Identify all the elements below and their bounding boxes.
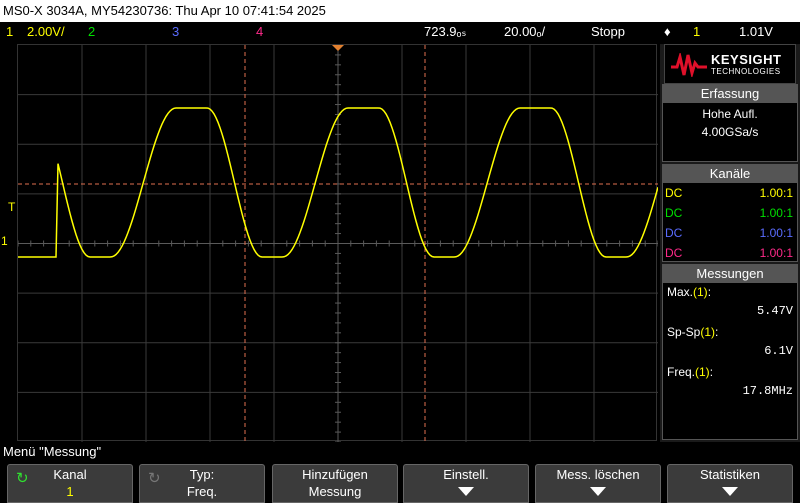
softkey-label: Statistiken [700, 467, 760, 482]
measurement-channel: (1) [693, 285, 708, 299]
channel-probe: 1.00:1 [759, 186, 793, 200]
measurements-header: Messungen [663, 265, 797, 283]
measurement-value: 6.1V [764, 344, 793, 358]
logo-sub: TECHNOLOGIES [711, 67, 781, 76]
softkey-bar: ↻ Kanal 1 ↻ Typ: Freq. Hinzufügen Messun… [0, 461, 800, 503]
submenu-arrow-icon [458, 487, 474, 496]
measurement-label: Max. [667, 285, 694, 299]
measurement-value: 5.47V [756, 304, 793, 318]
menu-title: Menü "Messung" [0, 443, 800, 461]
acquisition-rate: 4.00GSa/s [701, 125, 759, 139]
channel-row-2[interactable]: DC 1.00:1 [663, 203, 797, 223]
channel-coupling: DC [665, 246, 683, 260]
softkey-add-measurement[interactable]: Hinzufügen Messung [272, 464, 398, 503]
channel-row-1[interactable]: DC 1.00:1 [663, 183, 797, 203]
channel-probe: 1.00:1 [759, 206, 793, 220]
status-bar: 1 2.00V/ 2 3 4 723.9ₒₛ 20.00ₒ/ Stopp ♦ 1… [0, 22, 800, 42]
ch1-indicator[interactable]: 1 [6, 22, 13, 42]
measurement-colon: : [715, 325, 719, 339]
delay-value: 723.9ₒₛ [424, 24, 467, 39]
measurement-colon: : [707, 285, 712, 299]
rotate-knob-icon: ↻ [16, 470, 29, 487]
trigger-level-marker: T [8, 200, 16, 214]
channel-coupling: DC [665, 206, 683, 220]
measurement-pkpk[interactable]: Sp-Sp(1): 6.1V [663, 323, 797, 361]
run-state: Stopp [591, 24, 625, 39]
keysight-wave-icon [671, 53, 707, 77]
channel-row-3[interactable]: DC 1.00:1 [663, 223, 797, 243]
timebase-value: 20.00ₒ/ [504, 24, 546, 39]
channel-probe: 1.00:1 [759, 226, 793, 240]
softkey-statistics[interactable]: Statistiken [667, 464, 793, 503]
rotate-knob-icon: ↻ [148, 470, 161, 487]
measurement-colon: : [709, 365, 714, 379]
ch1-ground-marker: 1 [1, 234, 8, 248]
waveform-graticule [18, 45, 658, 442]
submenu-arrow-icon [590, 487, 606, 496]
measurement-label: Freq. [667, 365, 696, 379]
measurement-max[interactable]: Max.(1): 5.47V [663, 283, 797, 321]
channel-coupling: DC [665, 186, 683, 200]
trigger-source: 1 [693, 24, 701, 39]
softkey-type[interactable]: ↻ Typ: Freq. [139, 464, 265, 503]
ch3-indicator[interactable]: 3 [172, 22, 179, 42]
ch1-scale: 2.00V/ [27, 24, 65, 39]
softkey-channel[interactable]: ↻ Kanal 1 [7, 464, 133, 503]
waveform-display[interactable] [17, 44, 658, 442]
softkey-label: Einstell. [443, 467, 489, 482]
acquisition-mode: Hohe Aufl. [702, 107, 758, 121]
softkey-clear-measurements[interactable]: Mess. löschen [535, 464, 661, 503]
acquisition-header: Erfassung [663, 85, 797, 103]
window-title: MS0-X 3034A, MY54230736: Thu Apr 10 07:4… [0, 0, 800, 22]
acquisition-panel: Erfassung Hohe Aufl. 4.00GSa/s [662, 84, 798, 162]
softkey-settings[interactable]: Einstell. [403, 464, 529, 503]
measurement-channel: (1) [700, 325, 716, 339]
measurement-channel: (1) [695, 365, 710, 379]
keysight-logo: KEYSIGHT TECHNOLOGIES [664, 44, 796, 84]
channels-panel: Kanäle DC 1.00:1 DC 1.00:1 DC 1.00:1 DC … [662, 164, 798, 262]
measurements-panel: Messungen Max.(1): 5.47V Sp-Sp(1): 6.1V … [662, 264, 798, 440]
channels-header: Kanäle [663, 165, 797, 183]
submenu-arrow-icon [722, 487, 738, 496]
measurement-value: 17.8MHz [742, 384, 793, 398]
softkey-label: Mess. löschen [556, 467, 640, 482]
channel-probe: 1.00:1 [759, 246, 793, 260]
trigger-level: 1.01V [739, 24, 773, 39]
screen-left-markers: T 1 [0, 44, 17, 441]
channel-coupling: DC [665, 226, 683, 240]
channel-row-4[interactable]: DC 1.00:1 [663, 243, 797, 263]
ch2-indicator[interactable]: 2 [88, 22, 95, 42]
measurement-label: Sp-Sp [667, 325, 701, 339]
ch4-indicator[interactable]: 4 [256, 22, 263, 42]
logo-brand: KEYSIGHT [711, 52, 782, 67]
trigger-slope-icon: ♦ [664, 24, 671, 39]
softkey-value: Messung [308, 484, 362, 499]
measurement-freq[interactable]: Freq.(1): 17.8MHz [663, 363, 797, 401]
softkey-label: Hinzufügen [302, 467, 368, 482]
trigger-position-icon [332, 45, 344, 51]
